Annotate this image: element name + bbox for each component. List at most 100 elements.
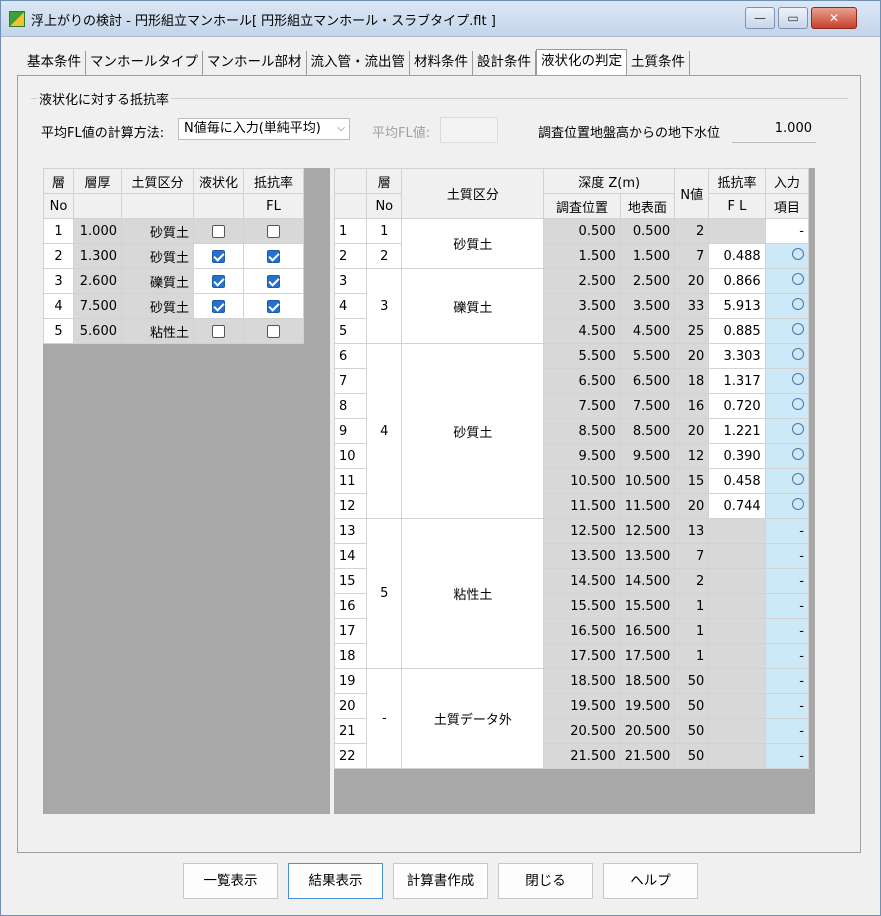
depth-grid-header: 深度 Z(m) [543, 168, 676, 194]
app-icon [9, 11, 25, 27]
depth-grid-subheader: No [366, 193, 403, 219]
checked-checkbox-icon[interactable] [212, 274, 225, 288]
depth-grid-header: 抵抗率 [708, 168, 766, 194]
checked-checkbox-icon[interactable] [267, 299, 280, 313]
checked-checkbox-icon[interactable] [212, 249, 225, 263]
checkbox-icon[interactable] [212, 324, 225, 338]
checked-checkbox-icon[interactable] [267, 249, 280, 263]
create-report-button[interactable]: 計算書作成 [393, 863, 488, 899]
fl-value[interactable]: 0.744 [708, 493, 766, 519]
input-item-cell[interactable] [764, 268, 810, 294]
input-item-cell[interactable]: - [764, 618, 810, 644]
fl-value[interactable]: 5.913 [708, 293, 766, 319]
layer-row[interactable]: 1 1.000 砂質土 [43, 218, 304, 244]
input-item-dash: - [799, 598, 804, 614]
maximize-button[interactable]: ▭ [778, 7, 808, 29]
input-item-cell[interactable] [764, 318, 810, 344]
tab-3[interactable]: 流入管・流出管 [306, 51, 410, 75]
fl-value[interactable]: 0.866 [708, 268, 766, 294]
layer-row[interactable]: 5 5.600 粘性土 [43, 318, 304, 344]
input-item-cell[interactable]: - [764, 593, 810, 619]
tab-7[interactable]: 土質条件 [627, 51, 690, 75]
result-view-button[interactable]: 結果表示 [288, 863, 383, 899]
depth-row[interactable]: 6 4 砂質土 5.500 5.500 20 3.303 [333, 343, 810, 519]
tab-4[interactable]: 材料条件 [410, 51, 473, 75]
input-item-cell[interactable]: - [764, 668, 810, 694]
layer-row[interactable]: 2 1.300 砂質土 [43, 243, 304, 269]
fl-value[interactable]: 0.720 [708, 393, 766, 419]
groundwater-input[interactable]: 1.000 [732, 117, 816, 143]
input-item-cell[interactable]: - [764, 743, 810, 769]
depth-layer-soil: 砂質土 [401, 343, 545, 519]
depth-layer-no: 3 [366, 268, 403, 344]
tab-0[interactable]: 基本条件 [23, 51, 86, 75]
fl-value[interactable]: 1.317 [708, 368, 766, 394]
checked-checkbox-icon[interactable] [212, 299, 225, 313]
fl-value[interactable]: 0.390 [708, 443, 766, 469]
depth-row[interactable]: 3 3 礫質土 2.500 2.500 20 0.866 [333, 268, 810, 344]
input-item-cell[interactable]: - [764, 543, 810, 569]
input-item-cell[interactable] [764, 368, 810, 394]
input-item-cell[interactable] [764, 293, 810, 319]
depth-survey: 1.500 [543, 243, 621, 269]
n-value: 12 [674, 443, 710, 469]
fl-value [708, 218, 766, 244]
input-item-dash: - [799, 223, 804, 239]
input-item-cell[interactable] [764, 343, 810, 369]
n-value: 15 [674, 468, 710, 494]
list-view-button[interactable]: 一覧表示 [183, 863, 278, 899]
depth-row-index: 14 [333, 543, 368, 569]
tab-1[interactable]: マンホールタイプ [86, 51, 203, 75]
layer-liq-cell [193, 318, 244, 344]
fl-value[interactable]: 0.458 [708, 468, 766, 494]
depth-row-index: 2 [333, 243, 368, 269]
close-button[interactable]: 閉じる [498, 863, 593, 899]
fl-value [708, 543, 766, 569]
depth-row[interactable]: 1 1 砂質土 0.500 0.500 2- [333, 218, 810, 269]
tab-6[interactable]: 液状化の判定 [536, 49, 627, 75]
depth-survey: 19.500 [543, 693, 621, 719]
checkbox-icon[interactable] [267, 224, 280, 238]
depth-surface: 13.500 [619, 543, 676, 569]
input-item-cell[interactable] [764, 443, 810, 469]
layer-row[interactable]: 4 7.500 砂質土 [43, 293, 304, 319]
fl-value[interactable]: 0.885 [708, 318, 766, 344]
fl-value [708, 568, 766, 594]
input-item-cell[interactable] [764, 493, 810, 519]
tab-5[interactable]: 設計条件 [473, 51, 536, 75]
input-item-cell[interactable]: - [764, 518, 810, 544]
layer-grid: 層層厚 土質区分 液状化 抵抗率 No FL 1 1.000 砂質土 2 1.300 砂質土 3 2.60… [43, 168, 304, 344]
depth-survey: 16.500 [543, 618, 621, 644]
avg-fl-label: 平均FL値: [372, 126, 431, 141]
depth-surface: 0.500 [619, 218, 676, 244]
checked-checkbox-icon[interactable] [267, 274, 280, 288]
depth-grid-subheader: F L [708, 193, 766, 219]
input-item-cell[interactable] [764, 243, 810, 269]
input-item-cell[interactable]: - [764, 718, 810, 744]
input-item-cell[interactable]: - [764, 568, 810, 594]
layer-soil: 粘性土 [121, 318, 194, 344]
input-item-cell[interactable]: - [764, 693, 810, 719]
depth-row[interactable]: 19- 土質データ外 18.500 18.500 50- [333, 668, 810, 769]
input-item-cell[interactable]: - [764, 218, 810, 244]
fl-value[interactable]: 0.488 [708, 243, 766, 269]
checkbox-icon[interactable] [212, 224, 225, 238]
input-item-cell[interactable] [764, 393, 810, 419]
input-item-cell[interactable] [764, 468, 810, 494]
title-bar[interactable]: 浮上がりの検討 - 円形組立マンホール[ 円形組立マンホール・スラブタイプ.fl… [1, 1, 880, 37]
fl-value[interactable]: 3.303 [708, 343, 766, 369]
depth-survey: 5.500 [543, 343, 621, 369]
depth-survey: 8.500 [543, 418, 621, 444]
input-item-cell[interactable] [764, 418, 810, 444]
layer-row[interactable]: 3 2.600 礫質土 [43, 268, 304, 294]
input-item-cell[interactable]: - [764, 643, 810, 669]
checkbox-icon[interactable] [267, 324, 280, 338]
close-window-button[interactable]: ✕ [811, 7, 857, 29]
minimize-button[interactable]: — [745, 7, 775, 29]
depth-row[interactable]: 13 5 粘性土 12.500 12.500 13- [333, 518, 810, 669]
fl-value[interactable]: 1.221 [708, 418, 766, 444]
tab-2[interactable]: マンホール部材 [203, 51, 307, 75]
calc-method-select[interactable]: N値毎に入力(単純平均) ⌵ [178, 118, 350, 140]
help-button[interactable]: ヘルプ [603, 863, 698, 899]
depth-surface: 11.500 [619, 493, 676, 519]
